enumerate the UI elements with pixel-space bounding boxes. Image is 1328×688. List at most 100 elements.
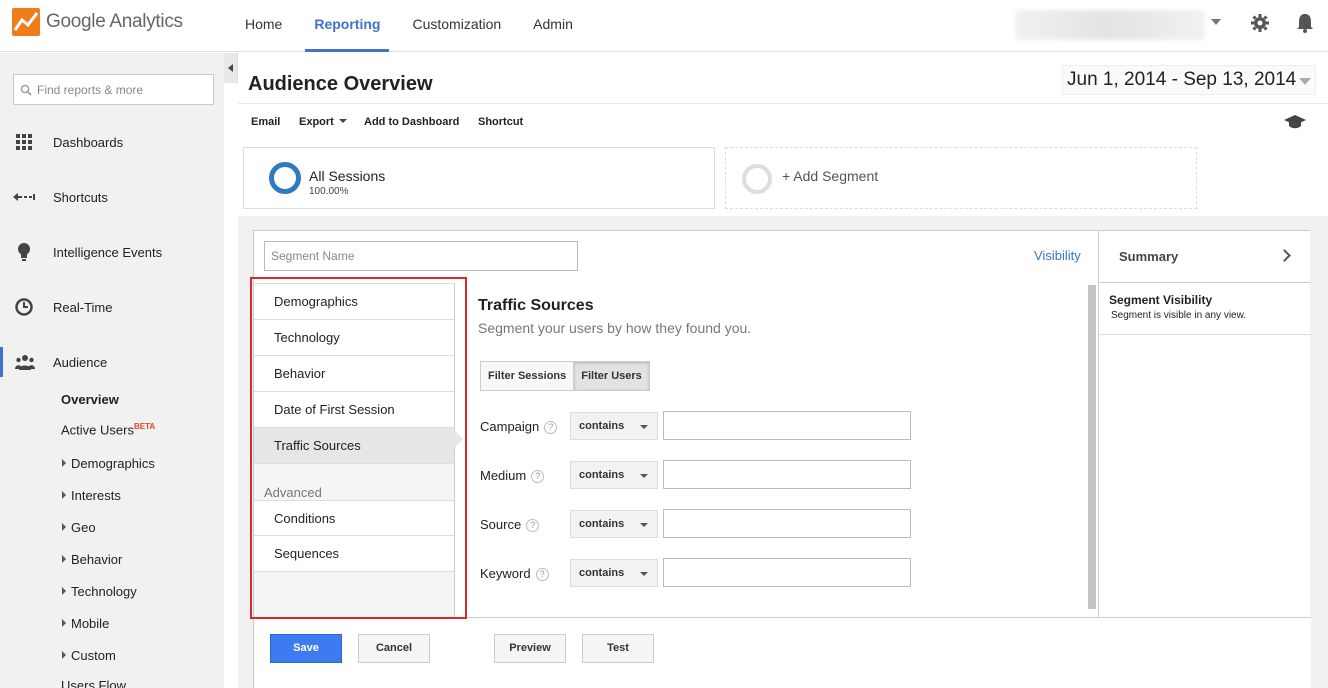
filter-sessions-button[interactable]: Filter Sessions bbox=[481, 362, 574, 390]
account-selector[interactable] bbox=[1015, 10, 1205, 40]
save-button[interactable]: Save bbox=[270, 634, 342, 663]
find-reports-search[interactable]: Find reports & more bbox=[13, 74, 214, 105]
filter-label-text: Keyword bbox=[480, 566, 531, 581]
sidebar-sub-users-flow[interactable]: Users Flow bbox=[61, 678, 126, 688]
cancel-button[interactable]: Cancel bbox=[358, 634, 430, 663]
export-action[interactable]: Export bbox=[299, 116, 347, 128]
sidebar-item-real-time[interactable]: Real-Time bbox=[0, 292, 224, 322]
sidebar-sub-custom[interactable]: Custom bbox=[62, 648, 116, 663]
gear-icon[interactable] bbox=[1249, 12, 1271, 34]
segment-ring-icon bbox=[269, 162, 301, 194]
sidebar-sub-geo[interactable]: Geo bbox=[62, 520, 96, 535]
sidebar-sub-technology[interactable]: Technology bbox=[62, 584, 137, 599]
filter-label-text: Campaign bbox=[480, 419, 540, 434]
segment-name-input[interactable]: Segment Name bbox=[264, 241, 578, 271]
empty-segment-ring-icon bbox=[742, 164, 772, 194]
editor-footer: Save Cancel Preview Test bbox=[254, 617, 1311, 688]
grid-icon bbox=[15, 134, 32, 150]
filter-scope-toggle: Filter Sessions Filter Users bbox=[480, 361, 650, 391]
sidebar-sub-active-users[interactable]: Active UsersBETA bbox=[61, 422, 155, 437]
segment-percentage: 100.00% bbox=[309, 186, 349, 197]
graduation-cap-icon[interactable] bbox=[1284, 114, 1306, 130]
shortcut-action[interactable]: Shortcut bbox=[478, 116, 523, 128]
sidebar-sub-mobile[interactable]: Mobile bbox=[62, 616, 109, 631]
dropdown-caret-icon bbox=[640, 572, 648, 576]
summary-visibility: Segment Visibility Segment is visible in… bbox=[1099, 283, 1311, 335]
report-action-bar: Email Export Add to Dashboard Shortcut bbox=[238, 103, 1328, 143]
sidebar-item-shortcuts[interactable]: Shortcuts bbox=[0, 182, 224, 212]
segment-card-all-sessions[interactable]: All Sessions 100.00% bbox=[243, 147, 715, 209]
operator-value: contains bbox=[579, 420, 625, 432]
sidebar-sub-overview[interactable]: Overview bbox=[61, 392, 119, 407]
content-scrollbar[interactable] bbox=[1088, 285, 1096, 609]
preview-button[interactable]: Preview bbox=[494, 634, 566, 663]
main-nav: Home Reporting Customization Admin bbox=[236, 0, 596, 52]
help-icon[interactable]: ? bbox=[535, 568, 549, 581]
nav-home[interactable]: Home bbox=[236, 0, 291, 52]
date-range-picker[interactable]: Jun 1, 2014 - Sep 13, 2014 bbox=[1062, 65, 1316, 95]
help-icon[interactable]: ? bbox=[526, 519, 540, 532]
add-segment-card[interactable]: + Add Segment bbox=[725, 147, 1197, 209]
sidebar-item-label: Real-Time bbox=[53, 299, 113, 315]
test-button[interactable]: Test bbox=[582, 634, 654, 663]
filter-label: Campaign? bbox=[480, 419, 558, 434]
bell-icon[interactable] bbox=[1294, 12, 1316, 34]
segment-strip: All Sessions 100.00% + Add Segment bbox=[238, 143, 1328, 215]
summary-visibility-desc: Segment is visible in any view. bbox=[1111, 310, 1247, 321]
filter-value-input[interactable] bbox=[663, 411, 911, 440]
export-caret-icon bbox=[338, 119, 347, 123]
sidebar-sub-demographics[interactable]: Demographics bbox=[62, 456, 155, 471]
google-analytics-logo[interactable]: Google Analytics bbox=[12, 8, 183, 36]
add-segment-label: + Add Segment bbox=[782, 168, 879, 184]
dropdown-caret-icon bbox=[640, 523, 648, 527]
filter-label-text: Medium bbox=[480, 468, 527, 483]
summary-panel: Summary Segment Visibility Segment is vi… bbox=[1098, 231, 1311, 617]
active-users-label: Active Users bbox=[61, 422, 134, 438]
content-subtitle: Segment your users by how they found you… bbox=[478, 320, 752, 336]
visibility-link[interactable]: Visibility bbox=[1034, 248, 1081, 263]
dropdown-caret-icon bbox=[640, 425, 648, 429]
export-label: Export bbox=[299, 116, 334, 128]
analytics-logo-icon bbox=[12, 8, 40, 36]
content-title: Traffic Sources bbox=[478, 297, 594, 314]
sidebar-collapse-toggle[interactable] bbox=[224, 53, 238, 83]
account-dropdown-caret-icon[interactable] bbox=[1211, 19, 1221, 25]
filter-value-input[interactable] bbox=[663, 460, 911, 489]
summary-header[interactable]: Summary bbox=[1099, 231, 1311, 283]
filter-label-text: Source bbox=[480, 517, 522, 532]
operator-dropdown[interactable]: contains bbox=[570, 559, 658, 587]
clock-icon bbox=[14, 298, 33, 316]
filter-value-input[interactable] bbox=[663, 509, 911, 538]
sidebar-sub-behavior[interactable]: Behavior bbox=[62, 552, 122, 567]
sidebar: Find reports & more Dashboards Shortcuts… bbox=[0, 53, 224, 688]
help-icon[interactable]: ? bbox=[544, 421, 558, 434]
add-to-dashboard-action[interactable]: Add to Dashboard bbox=[364, 116, 459, 128]
operator-dropdown[interactable]: contains bbox=[570, 510, 658, 538]
brand-name: Google Analytics bbox=[46, 11, 183, 32]
sidebar-item-audience[interactable]: Audience bbox=[0, 347, 224, 377]
nav-reporting[interactable]: Reporting bbox=[305, 0, 390, 52]
traffic-sources-panel: Traffic Sources Segment your users by ho… bbox=[478, 283, 1086, 617]
help-icon[interactable]: ? bbox=[531, 470, 545, 483]
operator-dropdown[interactable]: contains bbox=[570, 412, 658, 440]
sidebar-item-dashboards[interactable]: Dashboards bbox=[0, 127, 224, 157]
nav-admin[interactable]: Admin bbox=[524, 0, 582, 52]
operator-dropdown[interactable]: contains bbox=[570, 461, 658, 489]
email-action[interactable]: Email bbox=[251, 116, 280, 128]
dropdown-caret-icon bbox=[640, 474, 648, 478]
nav-customization[interactable]: Customization bbox=[403, 0, 510, 52]
summary-visibility-title: Segment Visibility bbox=[1109, 293, 1213, 307]
sidebar-item-intelligence-events[interactable]: Intelligence Events bbox=[0, 237, 224, 267]
sidebar-item-label: Audience bbox=[53, 354, 108, 370]
segment-name: All Sessions bbox=[309, 168, 386, 184]
filter-users-button[interactable]: Filter Users bbox=[573, 362, 649, 390]
date-range-text: Jun 1, 2014 - Sep 13, 2014 bbox=[1067, 69, 1297, 90]
sidebar-sub-interests[interactable]: Interests bbox=[62, 488, 121, 503]
operator-value: contains bbox=[579, 518, 625, 530]
sidebar-item-label: Intelligence Events bbox=[53, 244, 163, 260]
beta-badge: BETA bbox=[133, 422, 156, 431]
search-placeholder: Find reports & more bbox=[37, 82, 144, 97]
operator-value: contains bbox=[579, 567, 625, 579]
summary-title: Summary bbox=[1119, 249, 1179, 264]
filter-value-input[interactable] bbox=[663, 558, 911, 587]
